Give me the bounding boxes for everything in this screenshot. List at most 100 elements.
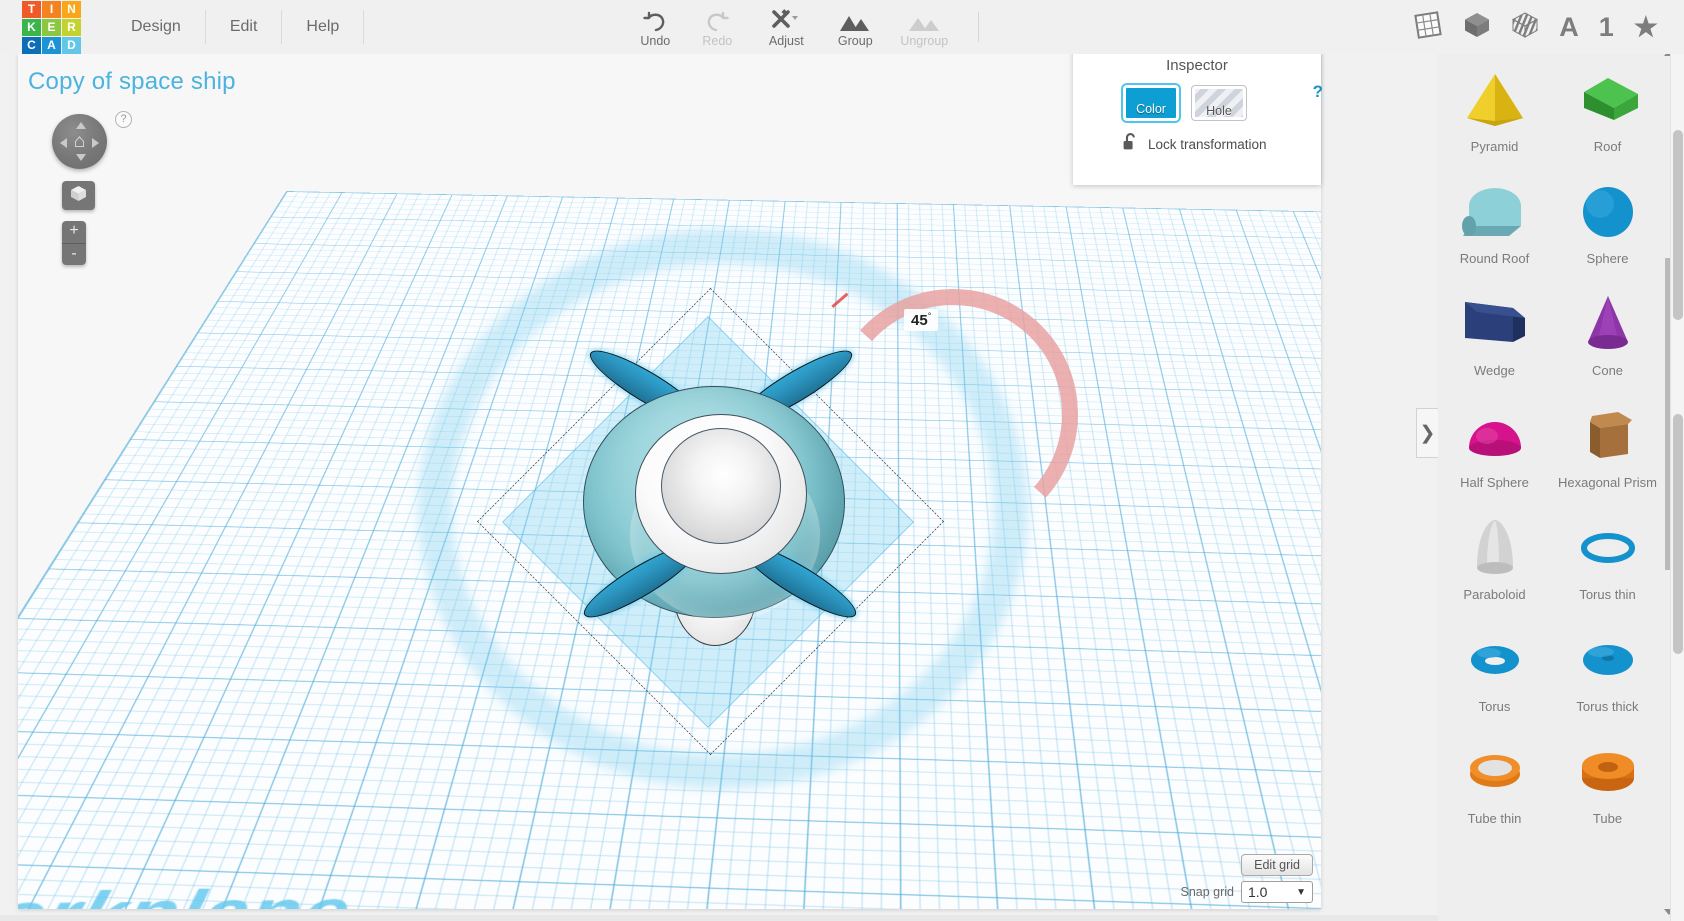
shape-label: Hexagonal Prism [1558,475,1657,490]
shape-tube[interactable]: Tube [1551,716,1664,828]
view-help-icon[interactable]: ? [115,111,132,128]
shape-label: Roof [1593,139,1622,154]
shape-label: Paraboloid [1463,587,1526,602]
shape-paraboloid[interactable]: Paraboloid [1438,492,1551,604]
shape-half-sphere[interactable]: Half Sphere [1438,380,1551,492]
view-tools: A 1 ★ [1413,10,1658,44]
logo-tile-d: D [62,36,81,54]
page-scrollbar-thumb-upper[interactable] [1673,130,1683,320]
shape-label: Pyramid [1470,139,1519,154]
favorites-button[interactable]: ★ [1634,13,1658,41]
logo-tile-n: N [62,0,81,18]
shape-hexagonal-prism[interactable]: Hexagonal Prism [1551,380,1664,492]
tinkercad-logo[interactable]: TIN KER CAD [22,0,81,54]
solid-view-button[interactable] [1463,11,1491,44]
torus-icon [1457,621,1533,699]
redo-label: Redo [702,33,733,48]
shapes-grid: BoxCylinderPyramidRoofRound RoofSphereWe… [1438,44,1664,828]
shape-label: Torus thick [1576,699,1639,714]
sphere-icon [1570,173,1646,251]
shape-round-roof[interactable]: Round Roof [1438,156,1551,268]
snap-grid-label: Snap grid [1180,885,1234,899]
shape-wedge[interactable]: Wedge [1438,268,1551,380]
roof-icon [1570,61,1646,139]
zoom-in-button[interactable]: + [62,221,86,243]
logo-tile-i: I [42,0,61,18]
zoom-controls: + - [62,221,86,265]
snap-grid-value: 1.0 [1248,884,1268,900]
shape-torus-thin[interactable]: Torus thin [1551,492,1664,604]
ruler-tool-button[interactable]: 1 [1599,13,1614,41]
menu-help[interactable]: Help [282,10,365,44]
undo-icon [643,7,667,33]
ship-cockpit[interactable] [661,428,781,544]
lock-transformation-row[interactable]: Lock transformation [1073,121,1321,156]
rotation-angle-badge[interactable]: 45° [904,309,939,331]
inspector-help-icon[interactable]: ? [1313,82,1323,102]
shape-label: Tube [1592,811,1623,826]
hole-swatch-button[interactable]: Hole [1191,85,1247,121]
solid-cube-icon [1463,11,1491,44]
snap-grid-select[interactable]: 1.0 ▼ [1241,881,1313,903]
half-sphere-icon [1457,397,1533,475]
view-orbit-pad[interactable]: ⌂ [52,114,107,169]
shape-tube-thin[interactable]: Tube thin [1438,716,1551,828]
ungroup-button[interactable]: Ungroup [886,7,962,48]
zoom-out-button[interactable]: - [62,243,86,265]
shape-torus[interactable]: Torus [1438,604,1551,716]
page-scrollbar-thumb-lower[interactable] [1673,414,1683,654]
color-swatch-button[interactable]: Color [1121,83,1181,123]
spaceship-object[interactable] [573,340,873,664]
shape-cone[interactable]: Cone [1551,268,1664,380]
logo-tile-a: A [42,36,61,54]
workplane-grid-icon [1413,10,1443,44]
undo-button[interactable]: Undo [624,7,686,48]
menu-edit[interactable]: Edit [206,10,283,44]
ungroup-label: Ungroup [900,33,949,48]
group-icon [838,7,872,33]
shape-sphere[interactable]: Sphere [1551,156,1664,268]
lock-transformation-label: Lock transformation [1148,137,1267,152]
adjust-button[interactable]: Adjust [748,7,824,48]
edit-tools: Undo Redo Adjust Group Ungroup [624,0,995,54]
logo-tile-c: C [22,36,41,54]
workplane-label: Workplane [18,874,366,909]
logo-tile-t: T [22,0,41,18]
arrow-up-icon[interactable] [75,122,86,129]
cube-fit-icon [70,185,87,207]
home-icon[interactable]: ⌂ [69,131,90,152]
shape-roof[interactable]: Roof [1551,44,1664,156]
edit-grid-button[interactable]: Edit grid [1241,854,1313,876]
page-title[interactable]: Copy of space ship [28,68,236,96]
shape-label: Wedge [1474,363,1515,378]
top-toolbar: TINKERCAD Design Edit Help Undo Redo Adj… [0,0,1684,54]
group-button[interactable]: Group [824,7,886,48]
page-scrollbar[interactable] [1670,44,1684,921]
shape-pyramid[interactable]: Pyramid [1438,44,1551,156]
hole-swatch-label: Hole [1206,104,1232,118]
tube-thin-icon [1457,733,1533,811]
fit-view-button[interactable] [62,181,95,210]
menu-design[interactable]: Design [107,10,206,44]
color-swatch-label: Color [1136,102,1166,116]
adjust-icon [771,7,801,33]
transparent-view-button[interactable] [1511,11,1539,44]
workplane-button[interactable] [1413,10,1443,44]
collapse-panel-button[interactable]: ❯ [1416,408,1438,458]
grid-controls: Edit grid Snap grid 1.0 ▼ [1180,854,1313,903]
arrow-right-icon[interactable] [92,137,99,148]
shape-torus-thick[interactable]: Torus thick [1551,604,1664,716]
text-tool-button[interactable]: A [1559,13,1579,41]
redo-button[interactable]: Redo [686,7,748,48]
shape-label: Half Sphere [1460,475,1529,490]
shape-label: Torus [1478,699,1511,714]
tinkercad-app: TINKERCAD Design Edit Help Undo Redo Adj… [0,0,1684,921]
striped-cube-icon [1511,11,1539,44]
paraboloid-icon [1457,509,1533,587]
rotation-angle-value: 45 [911,312,928,329]
arrow-down-icon[interactable] [75,154,86,161]
torus-thick-icon [1570,621,1646,699]
undo-label: Undo [640,33,671,48]
arrow-left-icon[interactable] [60,137,67,148]
logo-tile-r: R [62,18,81,36]
